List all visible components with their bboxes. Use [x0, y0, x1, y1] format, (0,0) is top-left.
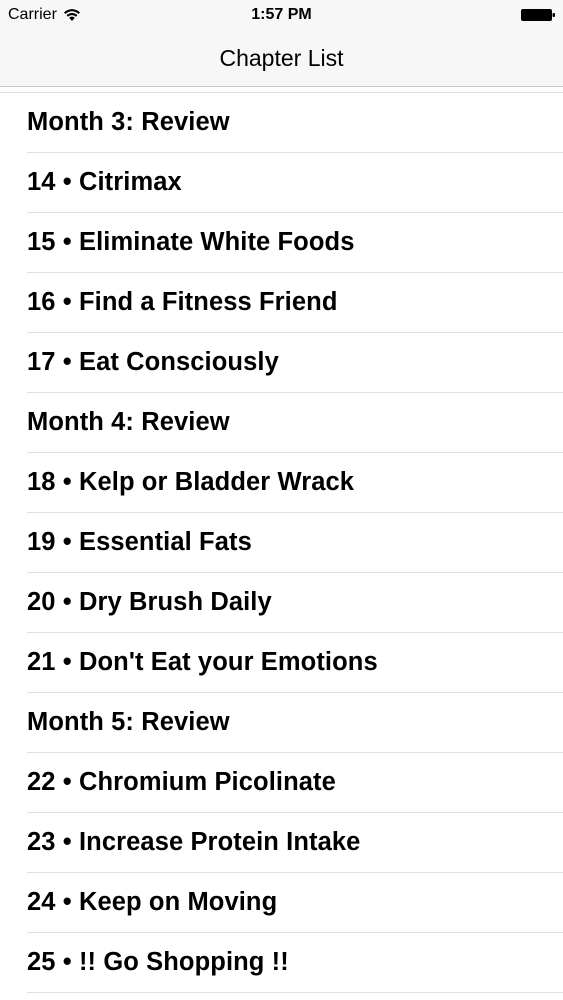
chapter-label: Month 3: Review [27, 108, 230, 136]
chapter-list: Month 3: Review 14 • Citrimax 15 • Elimina… [0, 92, 563, 993]
chapter-list-item[interactable]: 24 • Keep on Moving [27, 873, 563, 933]
chapter-list-item[interactable]: 23 • Increase Protein Intake [27, 813, 563, 873]
chapter-label: 14 • Citrimax [27, 168, 182, 196]
chapter-list-item[interactable]: 18 • Kelp or Bladder Wrack [27, 453, 563, 513]
chapter-list-item[interactable]: 17 • Eat Consciously [27, 333, 563, 393]
chapter-label: 23 • Increase Protein Intake [27, 828, 361, 856]
chapter-list-item[interactable]: Month 3: Review [27, 93, 563, 153]
status-time: 1:57 PM [251, 6, 312, 23]
chapter-list-item[interactable]: 25 • !! Go Shopping !! [27, 933, 563, 993]
status-bar: Carrier 1:57 PM [0, 0, 563, 30]
battery-icon [521, 9, 555, 21]
chapter-label: 21 • Don't Eat your Emotions [27, 648, 378, 676]
chapter-label: 16 • Find a Fitness Friend [27, 288, 338, 316]
navigation-bar: Chapter List [0, 30, 563, 87]
chapter-label: 22 • Chromium Picolinate [27, 768, 336, 796]
chapter-label: Month 5: Review [27, 708, 230, 736]
chapter-label: 24 • Keep on Moving [27, 888, 278, 916]
chapter-label: 17 • Eat Consciously [27, 348, 279, 376]
chapter-list-item[interactable]: Month 4: Review [27, 393, 563, 453]
screen: Carrier 1:57 PM Chapter List Month 3: Re… [0, 0, 563, 1000]
chapter-list-item[interactable]: 20 • Dry Brush Daily [27, 573, 563, 633]
chapter-label: Month 4: Review [27, 408, 230, 436]
chapter-label: 20 • Dry Brush Daily [27, 588, 272, 616]
chapter-list-item[interactable]: 22 • Chromium Picolinate [27, 753, 563, 813]
chapter-label: 25 • !! Go Shopping !! [27, 948, 289, 976]
chapter-list-item[interactable]: 14 • Citrimax [27, 153, 563, 213]
chapter-list-item[interactable]: 16 • Find a Fitness Friend [27, 273, 563, 333]
chapter-list-item[interactable]: 15 • Eliminate White Foods [27, 213, 563, 273]
chapter-label: 18 • Kelp or Bladder Wrack [27, 468, 355, 496]
page-title: Chapter List [219, 45, 344, 71]
chapter-label: 19 • Essential Fats [27, 528, 252, 556]
chapter-list-item[interactable]: Month 5: Review [27, 693, 563, 753]
chapter-label: 15 • Eliminate White Foods [27, 228, 355, 256]
chapter-list-item[interactable]: 21 • Don't Eat your Emotions [27, 633, 563, 693]
chapter-list-item[interactable]: 19 • Essential Fats [27, 513, 563, 573]
